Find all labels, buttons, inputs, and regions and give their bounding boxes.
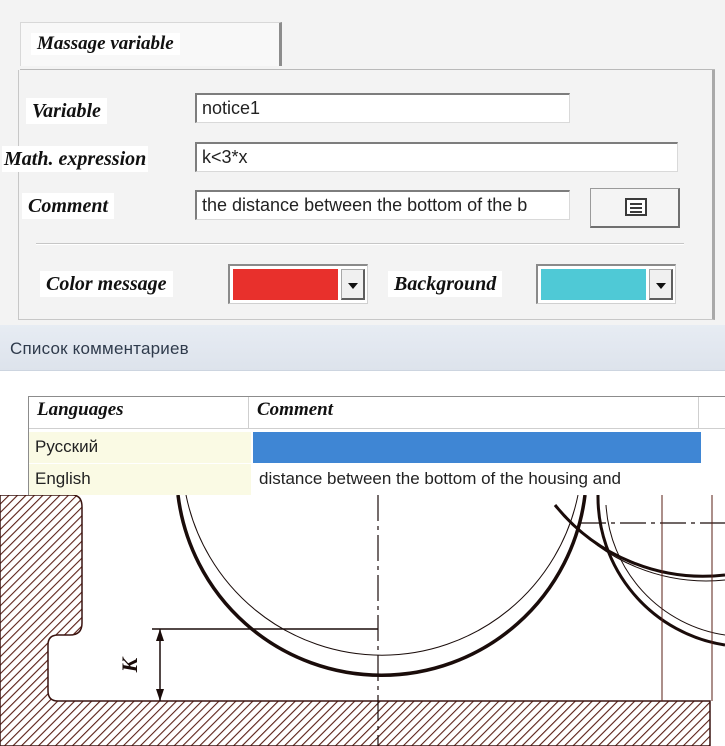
table-row[interactable]: Русский [29,432,725,464]
comments-grid: Languages Comment Русский English distan… [28,396,725,495]
background-dropdown[interactable] [536,264,676,304]
bearing-arc [176,495,587,677]
list-icon [625,198,647,216]
comment-cell-selected[interactable] [253,432,701,463]
comments-list-button[interactable] [590,188,680,228]
technical-drawing: K [0,495,725,746]
background-label: Background [388,271,503,297]
variable-label: Variable [26,98,107,124]
comment-label: Comment [22,193,115,219]
color-message-swatch [233,269,338,300]
separator [36,243,684,245]
comments-window-header: Список комментариев [0,325,725,371]
drawing-canvas: K [0,495,725,746]
comment-input[interactable]: the distance between the bottom of the b [195,190,570,220]
language-cell[interactable]: English [29,464,251,495]
color-message-dropdown[interactable] [228,264,368,304]
math-expression-input[interactable]: k<3*x [195,142,678,172]
tab-label: Massage variable [31,33,180,55]
table-row[interactable]: English distance between the bottom of t… [29,464,725,496]
comments-window-title: Список комментариев [10,339,189,358]
math-expression-label: Math. expression [2,146,149,172]
background-swatch [541,269,646,300]
tab-strip: Massage variable [20,22,715,70]
chevron-down-icon[interactable] [341,269,365,300]
column-header-comment[interactable]: Comment [249,397,699,429]
chevron-down-icon[interactable] [649,269,673,300]
variable-input[interactable]: notice1 [195,93,570,123]
column-header-languages[interactable]: Languages [29,397,249,429]
dimension-label-k: K [117,656,142,673]
language-cell[interactable]: Русский [29,432,251,463]
column-header-label: Languages [37,399,124,420]
color-message-label: Color message [40,271,173,297]
tab-massage-variable[interactable]: Massage variable [20,22,282,66]
column-header-filler [699,397,725,429]
variable-dialog: Massage variable Variable notice1 Math. … [0,0,725,325]
column-header-label: Comment [257,399,334,420]
comment-cell[interactable]: distance between the bottom of the housi… [253,464,701,495]
comments-list-window: Список комментариев Languages Comment Ру… [0,325,725,495]
